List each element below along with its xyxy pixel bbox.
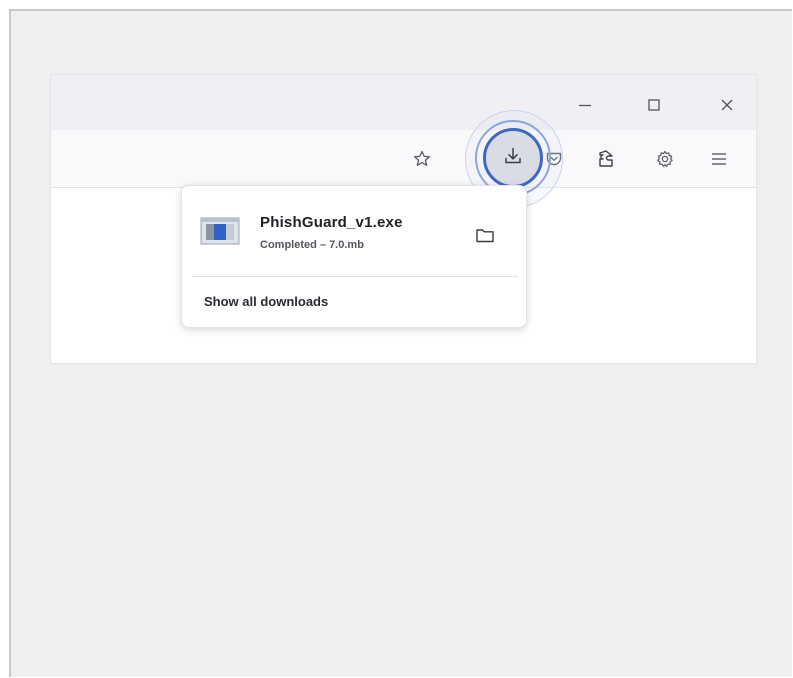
gear-icon[interactable] [650,144,680,174]
show-all-downloads-link[interactable]: Show all downloads [204,294,328,309]
puzzle-icon[interactable] [591,144,621,174]
executable-file-icon [200,216,240,248]
downloads-button[interactable] [483,128,543,188]
minimize-icon[interactable] [571,91,599,119]
star-icon[interactable] [407,144,437,174]
title-bar [51,75,756,130]
hamburger-menu-icon[interactable] [704,144,734,174]
maximize-icon[interactable] [640,91,668,119]
nav-toolbar [51,110,756,208]
download-status: Completed – 7.0.mb [260,239,364,251]
panel-divider [192,276,518,277]
download-icon [502,145,524,172]
download-file-name: PhishGuard_v1.exe [260,214,403,231]
downloads-panel: PhishGuard_v1.exe Completed – 7.0.mb Sho… [181,185,527,328]
close-icon[interactable] [713,91,741,119]
folder-icon[interactable] [472,222,498,248]
